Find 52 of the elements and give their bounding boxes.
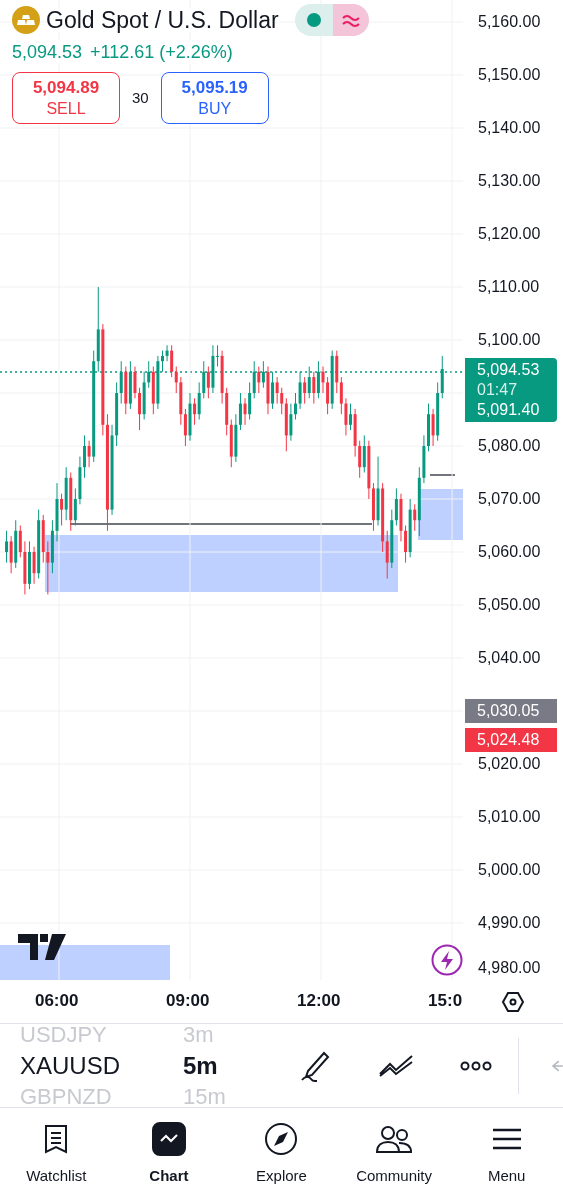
price-tick: 5,100.00 bbox=[478, 332, 541, 348]
buy-button[interactable]: 5,095.19 BUY bbox=[160, 72, 269, 124]
price-tick: 5,140.00 bbox=[478, 120, 541, 136]
demand-zone bbox=[418, 489, 463, 540]
dot-icon bbox=[306, 13, 321, 27]
nav-tab[interactable]: Watchlist bbox=[0, 1120, 113, 1188]
secondary-price: 5,091.40 bbox=[477, 400, 541, 420]
price-marker: 5,024.48 bbox=[465, 728, 557, 753]
menu-icon bbox=[491, 1126, 522, 1151]
nav-tab[interactable]: Community bbox=[337, 1120, 451, 1188]
nav-tab[interactable]: Chart bbox=[112, 1120, 226, 1188]
settings-icon[interactable] bbox=[501, 990, 525, 1014]
price-marker: 5,030.05 bbox=[465, 698, 557, 723]
time-tick: 09:00 bbox=[166, 992, 210, 1009]
bar-countdown: 01:47 bbox=[477, 380, 519, 400]
time-tick: 15:0 bbox=[428, 992, 463, 1009]
status-toggle[interactable] bbox=[294, 4, 369, 36]
nav-tab[interactable]: Menu bbox=[450, 1120, 563, 1188]
price-tick: 5,060.00 bbox=[478, 544, 541, 560]
time-tick: 12:00 bbox=[297, 992, 341, 1009]
price-tick: 5,080.00 bbox=[478, 438, 541, 454]
price-tick: 5,050.00 bbox=[478, 597, 541, 613]
price-tick: 5,120.00 bbox=[478, 226, 541, 242]
lightning-icon[interactable] bbox=[431, 944, 463, 976]
price-change: +112.61 (+2.26%) bbox=[90, 40, 233, 64]
symbol-title: Gold Spot / U.S. Dollar bbox=[46, 8, 279, 32]
price-tick: 5,150.00 bbox=[478, 67, 541, 83]
price-tick: 5,160.00 bbox=[478, 14, 541, 30]
price-tick: 5,070.00 bbox=[478, 491, 541, 507]
people-icon bbox=[375, 1123, 414, 1154]
symbol-row[interactable]: XAUUSD 5m bbox=[20, 1053, 275, 1078]
price-tick: 5,010.00 bbox=[478, 809, 541, 825]
more-icon[interactable] bbox=[460, 1060, 493, 1071]
logo-icon bbox=[18, 934, 66, 960]
lines-icon[interactable] bbox=[378, 1053, 415, 1078]
last-price: 5,094.53 bbox=[12, 40, 83, 64]
price-tick: 5,110.00 bbox=[478, 279, 540, 295]
nav-tab[interactable]: Explore bbox=[225, 1120, 338, 1188]
price-tick: 4,990.00 bbox=[478, 915, 541, 931]
compass-icon bbox=[264, 1121, 299, 1156]
horizontal-line bbox=[429, 474, 456, 476]
price-tick: 5,040.00 bbox=[478, 650, 541, 666]
approx-icon bbox=[341, 13, 360, 27]
price-tick: 5,000.00 bbox=[478, 862, 541, 878]
price-tick: 5,020.00 bbox=[478, 756, 541, 772]
chart-icon bbox=[151, 1121, 186, 1156]
last-price: 5,094.53 bbox=[477, 360, 541, 380]
time-tick: 06:00 bbox=[34, 992, 79, 1009]
sell-button[interactable]: 5,094.89 SELL bbox=[12, 72, 120, 124]
price-tick: 5,130.00 bbox=[478, 173, 541, 189]
price-tick: 4,980.00 bbox=[478, 960, 541, 976]
ingots-icon bbox=[12, 6, 40, 34]
